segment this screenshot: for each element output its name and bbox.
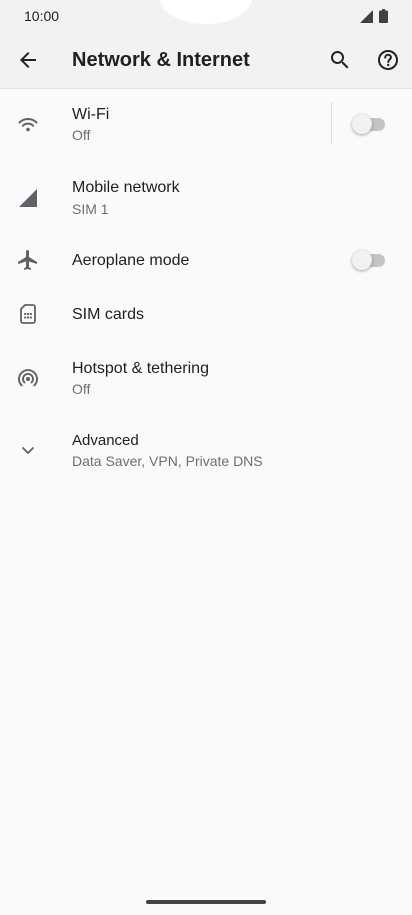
camera-notch [160,0,252,24]
mobile-network-subtitle: SIM 1 [72,201,109,217]
wifi-toggle[interactable] [352,114,388,134]
hotspot-subtitle: Off [72,381,91,397]
aeroplane-mode-setting[interactable]: Aeroplane mode [0,238,412,282]
wifi-toggle-thumb [352,114,372,134]
wifi-subtitle: Off [72,127,91,143]
app-bar: Network & Internet [0,32,412,89]
hotspot-icon [18,369,38,387]
status-bar: 10:00 [0,0,412,32]
battery-icon [379,9,388,23]
airplane-icon [18,250,37,270]
advanced-title: Advanced [72,432,139,449]
help-icon[interactable] [376,48,400,72]
mobile-network-setting[interactable]: Mobile network SIM 1 [0,170,412,226]
hotspot-title: Hotspot & tethering [72,360,209,377]
sim-cards-setting[interactable]: SIM cards [0,292,412,336]
cell-signal-icon [360,9,373,23]
arrow-back-icon[interactable] [16,48,40,72]
sim-cards-title: SIM cards [72,306,145,323]
advanced-subtitle: Data Saver, VPN, Private DNS [72,453,263,469]
aeroplane-mode-toggle[interactable] [352,250,388,270]
chevron-down-icon [22,447,34,454]
page-title: Network & Internet [72,49,250,71]
status-icons [360,9,388,23]
aeroplane-toggle-thumb [352,250,372,270]
aeroplane-mode-title: Aeroplane mode [72,252,190,269]
wifi-setting[interactable]: Wi-Fi Off [0,96,412,152]
search-icon[interactable] [328,48,352,72]
sim-card-icon [20,304,36,324]
mobile-network-title: Mobile network [72,179,180,196]
hotspot-setting[interactable]: Hotspot & tethering Off [0,350,412,406]
home-indicator[interactable] [146,900,266,904]
cell-signal-icon [19,189,37,207]
advanced-setting[interactable]: Advanced Data Saver, VPN, Private DNS [0,424,412,478]
wifi-title: Wi-Fi [72,106,110,123]
wifi-divider [331,102,332,144]
status-time: 10:00 [24,8,60,24]
wifi-icon [18,118,38,132]
